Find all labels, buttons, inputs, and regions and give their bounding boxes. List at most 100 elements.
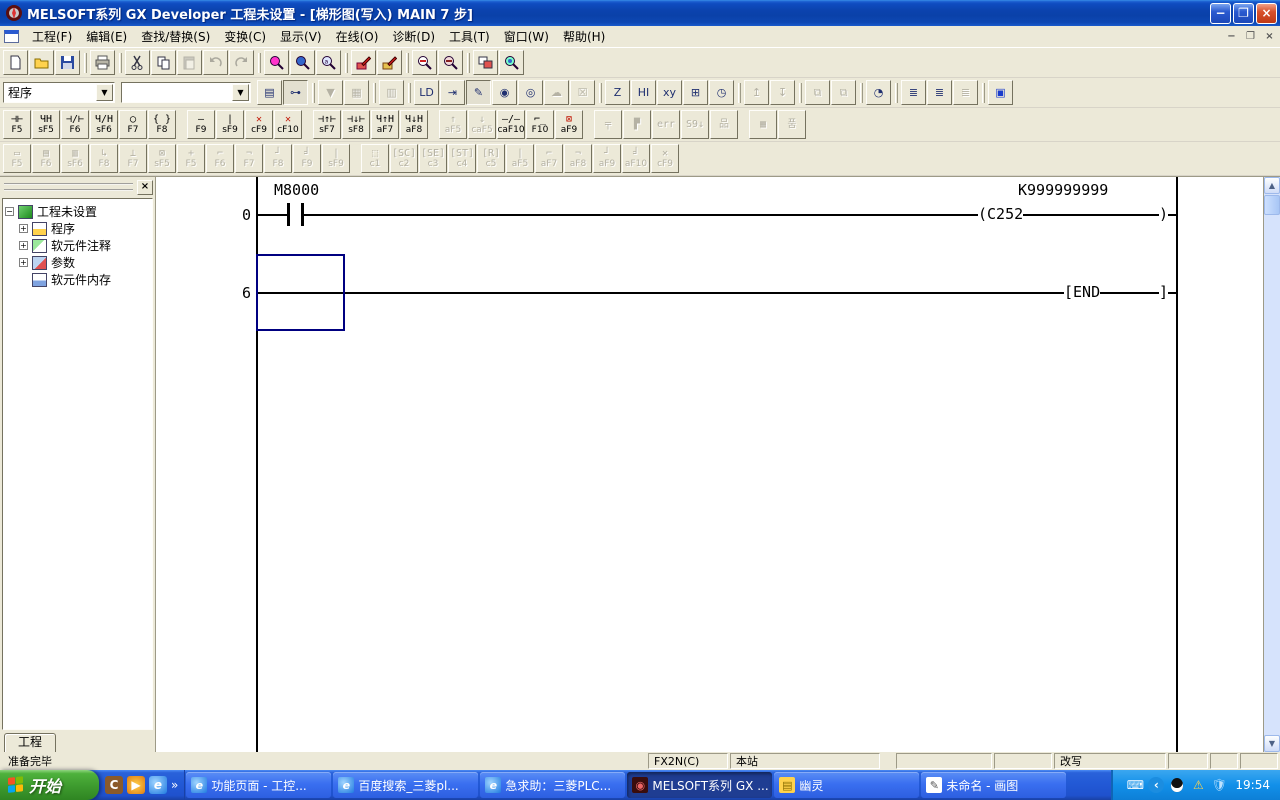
contact-coil-find-button[interactable]: HI — [631, 80, 656, 105]
instruction-help-button[interactable]: Z — [605, 80, 630, 105]
media-player-icon[interactable]: ▶ — [127, 776, 145, 794]
new-project-button[interactable] — [3, 50, 28, 75]
open-project-button[interactable] — [29, 50, 54, 75]
fkey-parallel-closed-contact[interactable]: Ч/НsF6 — [90, 110, 118, 139]
restore-button[interactable]: ❐ — [1233, 3, 1254, 24]
read-mode-button[interactable]: ⇥ — [440, 80, 465, 105]
start-button[interactable]: 开始 — [0, 770, 99, 800]
statement-edit-button[interactable] — [377, 50, 402, 75]
keyboard-icon[interactable]: ⌨ — [1127, 777, 1143, 793]
quicklaunch-app-icon[interactable]: C — [105, 776, 123, 794]
fkey-delete-horizontal-line[interactable]: ✕cF9 — [245, 110, 273, 139]
write-mode-button[interactable]: ✎ — [466, 80, 491, 105]
find-device-button[interactable] — [264, 50, 289, 75]
taskbar-task-gongneng[interactable]: e功能页面 - 工控... — [186, 772, 331, 798]
fkey-delete-line[interactable]: ⊠aF9 — [555, 110, 583, 139]
scrollbar-thumb[interactable] — [1264, 195, 1280, 215]
mdi-minimize-button[interactable]: − — [1223, 29, 1240, 44]
scroll-down-icon[interactable]: ▼ — [1264, 735, 1280, 752]
fkey-application-instruction[interactable]: { }F8 — [148, 110, 176, 139]
taskbar-task-youling[interactable]: ▤幽灵 — [774, 772, 919, 798]
taskbar-task-melsoft[interactable]: ◉MELSOFT系列 GX ... — [627, 772, 772, 798]
menu-tools[interactable]: 工具(T) — [442, 25, 497, 48]
scroll-up-icon[interactable]: ▲ — [1264, 177, 1280, 194]
fkey-parallel-falling-pulse[interactable]: Ч↓НaF8 — [400, 110, 428, 139]
fkey-parallel-rising-pulse[interactable]: Ч↑НaF7 — [371, 110, 399, 139]
comment-edit-button[interactable] — [351, 50, 376, 75]
tree-item-device-memory[interactable]: 软元件内存 — [5, 271, 150, 288]
program-type-combo[interactable]: 程序▼ — [3, 82, 115, 103]
menu-project[interactable]: 工程(F) — [25, 25, 79, 48]
taskbar-clock[interactable]: 19:54 — [1235, 778, 1270, 792]
monitor-mode-button[interactable]: ◉ — [492, 80, 517, 105]
window-arrange-button[interactable] — [473, 50, 498, 75]
copy-button[interactable] — [151, 50, 176, 75]
tree-item-parameter[interactable]: + 参数 — [5, 254, 150, 271]
fkey-line-edit[interactable]: ⌐_F10 — [526, 110, 554, 139]
fkey-delete-vertical-line[interactable]: ✕cF10 — [274, 110, 302, 139]
quicklaunch-more-icon[interactable]: » — [171, 778, 178, 792]
alert-icon[interactable]: ⚠ — [1190, 777, 1206, 793]
ladder-logic-test-button[interactable]: LD — [414, 80, 439, 105]
close-button[interactable]: × — [1256, 3, 1277, 24]
panel-drag-handle[interactable] — [4, 183, 133, 191]
panel-close-icon[interactable]: × — [137, 180, 153, 195]
scrollbar-track[interactable] — [1264, 215, 1280, 735]
contact-device-label[interactable]: M8000 — [274, 182, 319, 198]
tree-item-program[interactable]: + 程序 — [5, 220, 150, 237]
ladder-editor[interactable]: 0 M8000 K999999999 (C252 ) 6 [END ] — [156, 177, 1263, 752]
line-statement-button-1[interactable]: ≣ — [901, 80, 926, 105]
security-shield-icon[interactable]: 🛡 — [1211, 777, 1227, 793]
fkey-falling-pulse[interactable]: ⊣↓⊢sF8 — [342, 110, 370, 139]
vertical-scrollbar[interactable]: ▲ ▼ — [1263, 177, 1280, 752]
tab-project[interactable]: 工程 — [4, 733, 56, 752]
line-statement-button-2[interactable]: ≣ — [927, 80, 952, 105]
menu-window[interactable]: 窗口(W) — [497, 25, 556, 48]
menu-help[interactable]: 帮助(H) — [556, 25, 612, 48]
screen-display-button[interactable]: ▣ — [988, 80, 1013, 105]
menu-diagnostics[interactable]: 诊断(D) — [385, 25, 442, 48]
cut-button[interactable] — [125, 50, 150, 75]
taskbar-task-paint[interactable]: ✎未命名 - 画图 — [921, 772, 1066, 798]
menu-view[interactable]: 显示(V) — [273, 25, 329, 48]
chevron-down-icon[interactable]: ▼ — [96, 84, 113, 101]
device-find-button[interactable]: xy — [657, 80, 682, 105]
menu-convert[interactable]: 变换(C) — [217, 25, 273, 48]
counter-set-value[interactable]: K999999999 — [1018, 182, 1108, 198]
tree-item-device-comment[interactable]: + 软元件注释 — [5, 237, 150, 254]
find-string-button[interactable]: a — [316, 50, 341, 75]
coil-device-label[interactable]: (C252 — [978, 206, 1023, 222]
zoom-out-button[interactable] — [438, 50, 463, 75]
annotation-edit-button[interactable]: ▤ — [257, 80, 282, 105]
save-button[interactable] — [55, 50, 80, 75]
fkey-invert-result[interactable]: —/—caF10 — [497, 110, 525, 139]
project-data-list-button[interactable]: ⊶ — [283, 80, 308, 105]
menu-online[interactable]: 在线(O) — [329, 25, 386, 48]
data-name-combo[interactable]: ▼ — [121, 82, 251, 103]
monitor-search-button[interactable]: ◔ — [866, 80, 891, 105]
tree-root-project[interactable]: − 工程未设置 — [5, 203, 150, 220]
fkey-vertical-line[interactable]: |sF9 — [216, 110, 244, 139]
minimize-button[interactable]: − — [1210, 3, 1231, 24]
mdi-child-icon[interactable] — [4, 30, 19, 43]
expand-icon[interactable]: + — [19, 224, 28, 233]
expand-icon[interactable]: + — [19, 241, 28, 250]
language-bar-icon[interactable]: ‹ — [1148, 777, 1164, 793]
monitor-write-mode-button[interactable]: ◎ — [518, 80, 543, 105]
project-search-button[interactable] — [499, 50, 524, 75]
mdi-close-button[interactable]: × — [1261, 29, 1278, 44]
chevron-down-icon[interactable]: ▼ — [232, 84, 249, 101]
collapse-icon[interactable]: − — [5, 207, 14, 216]
fkey-coil[interactable]: ◯F7 — [119, 110, 147, 139]
ladder-edit-cursor[interactable] — [256, 254, 345, 331]
end-instruction[interactable]: [END — [1064, 284, 1100, 300]
internet-explorer-icon[interactable]: e — [149, 776, 167, 794]
fkey-rising-pulse[interactable]: ⊣↑⊢sF7 — [313, 110, 341, 139]
menu-find-replace[interactable]: 查找/替换(S) — [134, 25, 217, 48]
mdi-restore-button[interactable]: ❐ — [1242, 29, 1259, 44]
taskbar-task-baidu[interactable]: e百度搜索_三菱pl... — [333, 772, 478, 798]
fkey-closed-contact[interactable]: ⊣/⊢F6 — [61, 110, 89, 139]
fkey-horizontal-line[interactable]: —F9 — [187, 110, 215, 139]
menu-edit[interactable]: 编辑(E) — [79, 25, 134, 48]
device-batch-button[interactable]: ⊞ — [683, 80, 708, 105]
